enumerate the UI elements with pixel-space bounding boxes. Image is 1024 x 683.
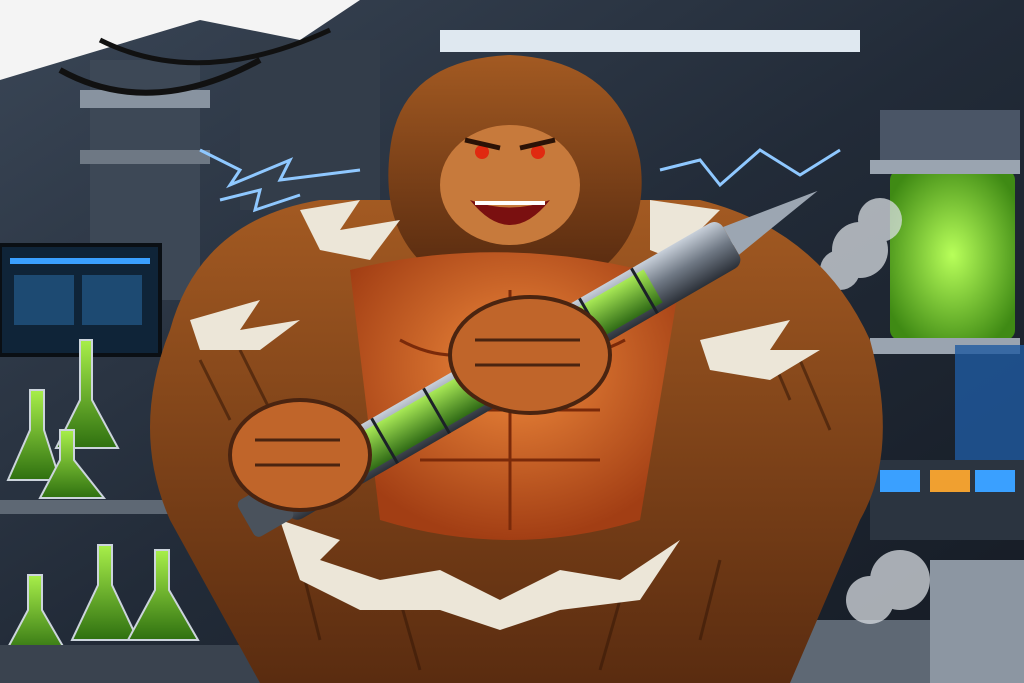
ceiling-light (440, 30, 860, 52)
illustration-canvas (0, 0, 1024, 683)
monitor-icon (0, 243, 162, 357)
bigfoot-lab-scene (0, 0, 1024, 683)
face (440, 125, 580, 245)
